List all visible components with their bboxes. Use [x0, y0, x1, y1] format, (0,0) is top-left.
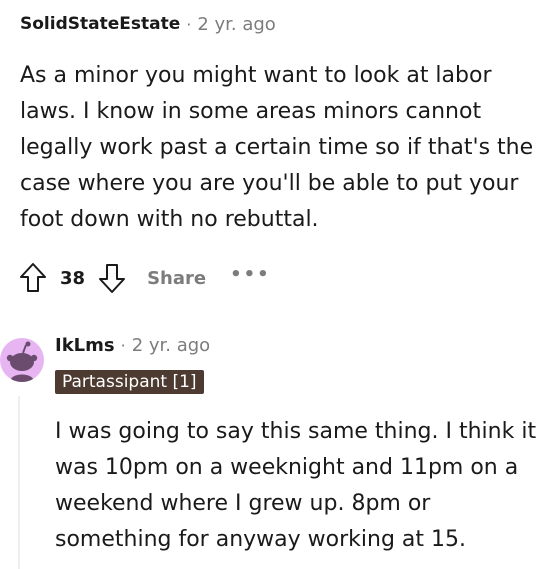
- comment-meta: SolidStateEstate · 2 yr. ago: [20, 10, 550, 38]
- reply-timestamp[interactable]: 2 yr. ago: [132, 335, 211, 356]
- meta-separator: ·: [120, 335, 126, 355]
- thread-line[interactable]: [18, 396, 20, 569]
- comment-actions: 38 Share •••: [18, 258, 271, 298]
- more-options-button[interactable]: •••: [230, 264, 271, 285]
- comment-body: As a minor you might want to look at lab…: [20, 63, 534, 232]
- reddit-snoo-avatar[interactable]: [0, 338, 44, 382]
- reply-body: I was going to say this same thing. I th…: [55, 419, 537, 552]
- meta-separator: ·: [186, 14, 192, 34]
- reply-meta: IkLms · 2 yr. ago: [55, 330, 210, 360]
- top-comment: SolidStateEstate · 2 yr. ago As a minor …: [20, 10, 550, 238]
- comment-timestamp[interactable]: 2 yr. ago: [197, 14, 276, 35]
- share-button[interactable]: Share: [147, 268, 206, 289]
- comment-thread: SolidStateEstate · 2 yr. ago As a minor …: [0, 0, 560, 569]
- downvote-arrow-icon[interactable]: [97, 261, 127, 295]
- user-flair: Partassipant [1]: [55, 370, 204, 394]
- reply-comment: IkLms · 2 yr. ago Partassipant [1] I was…: [0, 330, 560, 569]
- comment-author[interactable]: SolidStateEstate: [20, 14, 180, 34]
- upvote-arrow-icon[interactable]: [18, 261, 48, 295]
- vote-count: 38: [60, 267, 86, 289]
- reply-author[interactable]: IkLms: [55, 335, 115, 356]
